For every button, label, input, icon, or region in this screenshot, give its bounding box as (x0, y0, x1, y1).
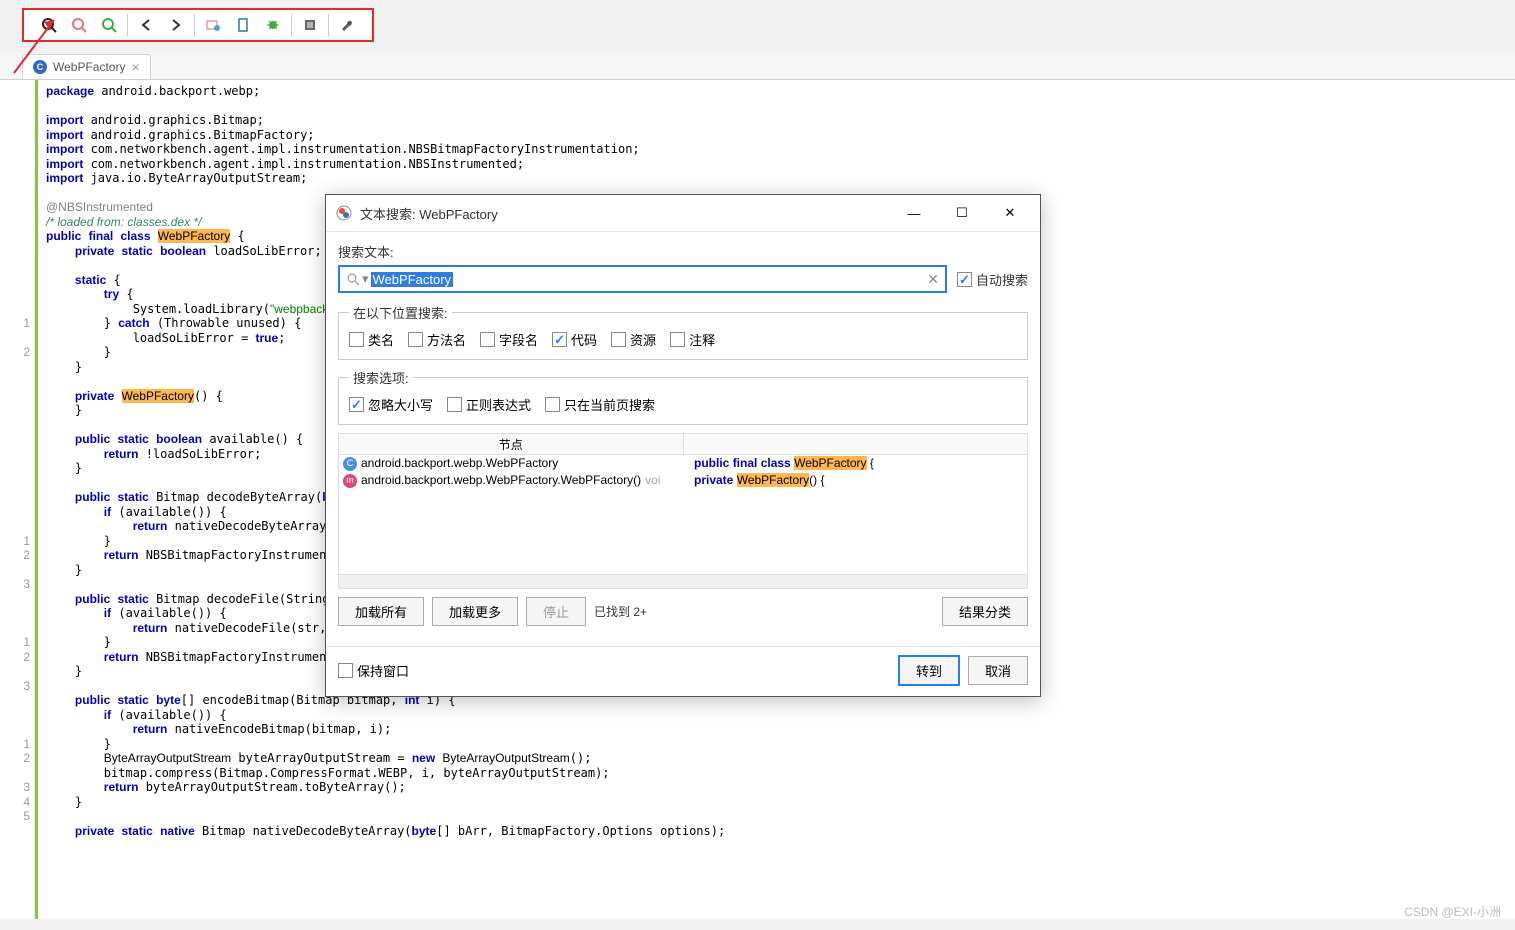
search-input-wrap: ▾ WebPFactory ✕ (338, 265, 947, 293)
fieldset-legend: 在以下位置搜索: (349, 303, 452, 322)
search-next-icon[interactable] (94, 12, 124, 38)
toolbar-highlight-box (22, 8, 374, 42)
tab-label: WebPFactory (53, 60, 125, 74)
maximize-icon[interactable]: ☐ (942, 201, 982, 225)
fieldset-legend: 搜索选项: (349, 368, 413, 387)
column-code (684, 434, 1028, 454)
bug-icon[interactable] (258, 12, 288, 38)
dialog-titlebar: 文本搜索: WebPFactory — ☐ ✕ (326, 195, 1040, 232)
search-label: 搜索文本: (338, 242, 1028, 261)
watermark: CSDN @EXI-小洲 (1404, 903, 1501, 920)
search-icon (346, 272, 360, 286)
list-icon[interactable] (295, 12, 325, 38)
checkbox-icon (338, 663, 353, 678)
checkbox-字段名[interactable]: 字段名 (480, 330, 538, 349)
checkbox-icon (957, 272, 972, 287)
checkbox-注释[interactable]: 注释 (670, 330, 715, 349)
toolbar (0, 0, 1515, 53)
keep-window-checkbox[interactable]: 保持窗口 (338, 661, 409, 680)
checkbox-方法名[interactable]: 方法名 (408, 330, 466, 349)
result-row[interactable]: Candroid.backport.webp.WebPFactorypublic… (339, 455, 1027, 472)
search-location-group: 在以下位置搜索: 类名方法名字段名代码资源注释 (338, 303, 1028, 360)
cancel-button[interactable]: 取消 (968, 656, 1028, 685)
result-group-button[interactable]: 结果分类 (942, 597, 1028, 626)
close-icon[interactable]: × (131, 59, 139, 75)
results-header: 节点 (338, 433, 1028, 455)
load-all-button[interactable]: 加载所有 (338, 597, 424, 626)
found-count: 已找到 2+ (594, 603, 647, 620)
dialog-title: 文本搜索: WebPFactory (360, 204, 886, 223)
checkbox-只在当前页搜索[interactable]: 只在当前页搜索 (545, 395, 655, 414)
app-icon (336, 205, 352, 221)
wrench-icon[interactable] (332, 12, 362, 38)
search-options-group: 搜索选项: 忽略大小写正则表达式只在当前页搜索 (338, 368, 1028, 425)
checkbox-类名[interactable]: 类名 (349, 330, 394, 349)
search-input-field[interactable] (453, 272, 927, 287)
checkbox-正则表达式[interactable]: 正则表达式 (447, 395, 531, 414)
back-icon[interactable] (131, 12, 161, 38)
editor-tabstrip: C WebPFactory × (0, 53, 1515, 79)
load-more-button[interactable]: 加载更多 (432, 597, 518, 626)
column-node: 节点 (339, 434, 684, 454)
checkbox-代码[interactable]: 代码 (552, 330, 597, 349)
minimize-icon[interactable]: — (894, 201, 934, 225)
gutter: 1212312312345 (0, 80, 35, 919)
clear-icon[interactable]: ✕ (927, 271, 939, 288)
search-input[interactable]: WebPFactory (371, 272, 454, 287)
checkbox-资源[interactable]: 资源 (611, 330, 656, 349)
checkbox-忽略大小写[interactable]: 忽略大小写 (349, 395, 433, 414)
results-scrollbar[interactable] (338, 575, 1028, 589)
auto-search-checkbox[interactable]: 自动搜索 (957, 270, 1028, 289)
results-list[interactable]: Candroid.backport.webp.WebPFactorypublic… (338, 455, 1028, 575)
device-icon[interactable] (228, 12, 258, 38)
result-row[interactable]: mandroid.backport.webp.WebPFactory.WebPF… (339, 472, 1027, 489)
text-search-dialog: 文本搜索: WebPFactory — ☐ ✕ 搜索文本: ▾ WebPFact… (325, 194, 1041, 697)
forward-icon[interactable] (161, 12, 191, 38)
close-icon[interactable]: ✕ (990, 201, 1030, 225)
class-icon: C (33, 60, 47, 74)
goto-button[interactable]: 转到 (898, 655, 960, 686)
search-prev-icon[interactable] (64, 12, 94, 38)
config-icon[interactable] (198, 12, 228, 38)
stop-button[interactable]: 停止 (526, 597, 586, 626)
tab-webpfactory[interactable]: C WebPFactory × (22, 54, 151, 79)
search-icon[interactable] (34, 12, 64, 38)
